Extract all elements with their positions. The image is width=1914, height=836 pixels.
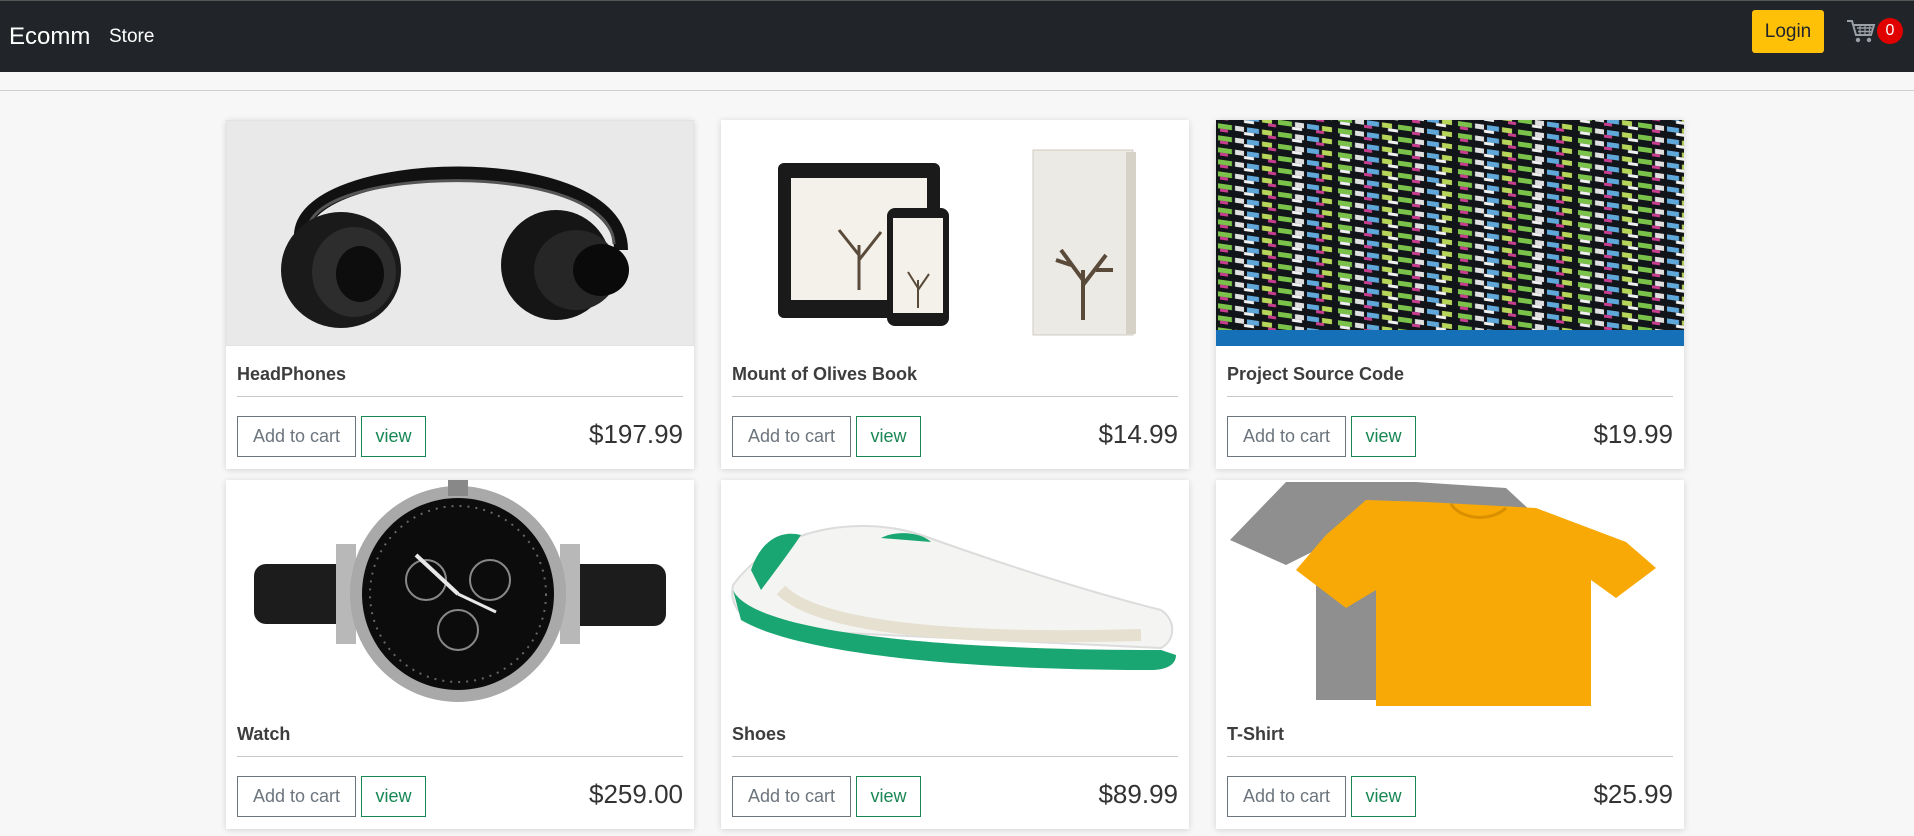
product-title[interactable]: Mount of Olives Book [732,364,917,385]
product-card: Shoes Add to cart view $89.99 [721,480,1189,829]
card-divider [237,756,683,757]
product-image-source-code[interactable] [1216,120,1684,346]
product-title[interactable]: Watch [237,724,290,745]
product-card: Project Source Code Add to cart view $19… [1216,120,1684,469]
product-price: $197.99 [589,419,683,449]
cart-count-badge: 0 [1877,18,1903,44]
product-card: T-Shirt Add to cart view $25.99 [1216,480,1684,829]
product-card: Mount of Olives Book Add to cart view $1… [721,120,1189,469]
view-button[interactable]: view [361,776,426,817]
card-divider [1227,396,1673,397]
view-button[interactable]: view [856,416,921,457]
view-button[interactable]: view [856,776,921,817]
product-title[interactable]: Shoes [732,724,786,745]
product-image-watch[interactable] [226,480,694,706]
product-image-headphones[interactable] [226,120,694,346]
add-to-cart-button[interactable]: Add to cart [1227,776,1346,817]
add-to-cart-button[interactable]: Add to cart [237,776,356,817]
brand-link[interactable]: Ecomm [9,23,90,51]
add-to-cart-button[interactable]: Add to cart [237,416,356,457]
card-divider [1227,756,1673,757]
product-image-tshirt[interactable] [1216,480,1684,706]
product-title[interactable]: Project Source Code [1227,364,1404,385]
product-card: Watch Add to cart view $259.00 [226,480,694,829]
card-divider [732,756,1178,757]
product-price: $19.99 [1593,419,1673,449]
nav-link-store[interactable]: Store [109,26,154,48]
product-price: $25.99 [1593,779,1673,809]
product-image-book[interactable] [721,120,1189,346]
product-price: $89.99 [1098,779,1178,809]
product-price: $259.00 [589,779,683,809]
card-divider [237,396,683,397]
product-image-shoes[interactable] [721,480,1189,706]
product-card: HeadPhones Add to cart view $197.99 [226,120,694,469]
product-title[interactable]: T-Shirt [1227,724,1284,745]
product-title[interactable]: HeadPhones [237,364,346,385]
view-button[interactable]: view [1351,416,1416,457]
login-button[interactable]: Login [1752,10,1824,53]
card-divider [732,396,1178,397]
view-button[interactable]: view [361,416,426,457]
cart-icon[interactable] [1846,18,1876,44]
product-price: $14.99 [1098,419,1178,449]
header-divider [0,90,1914,91]
add-to-cart-button[interactable]: Add to cart [732,776,851,817]
add-to-cart-button[interactable]: Add to cart [1227,416,1346,457]
add-to-cart-button[interactable]: Add to cart [732,416,851,457]
view-button[interactable]: view [1351,776,1416,817]
navbar: Ecomm Store Login 0 [0,0,1914,72]
